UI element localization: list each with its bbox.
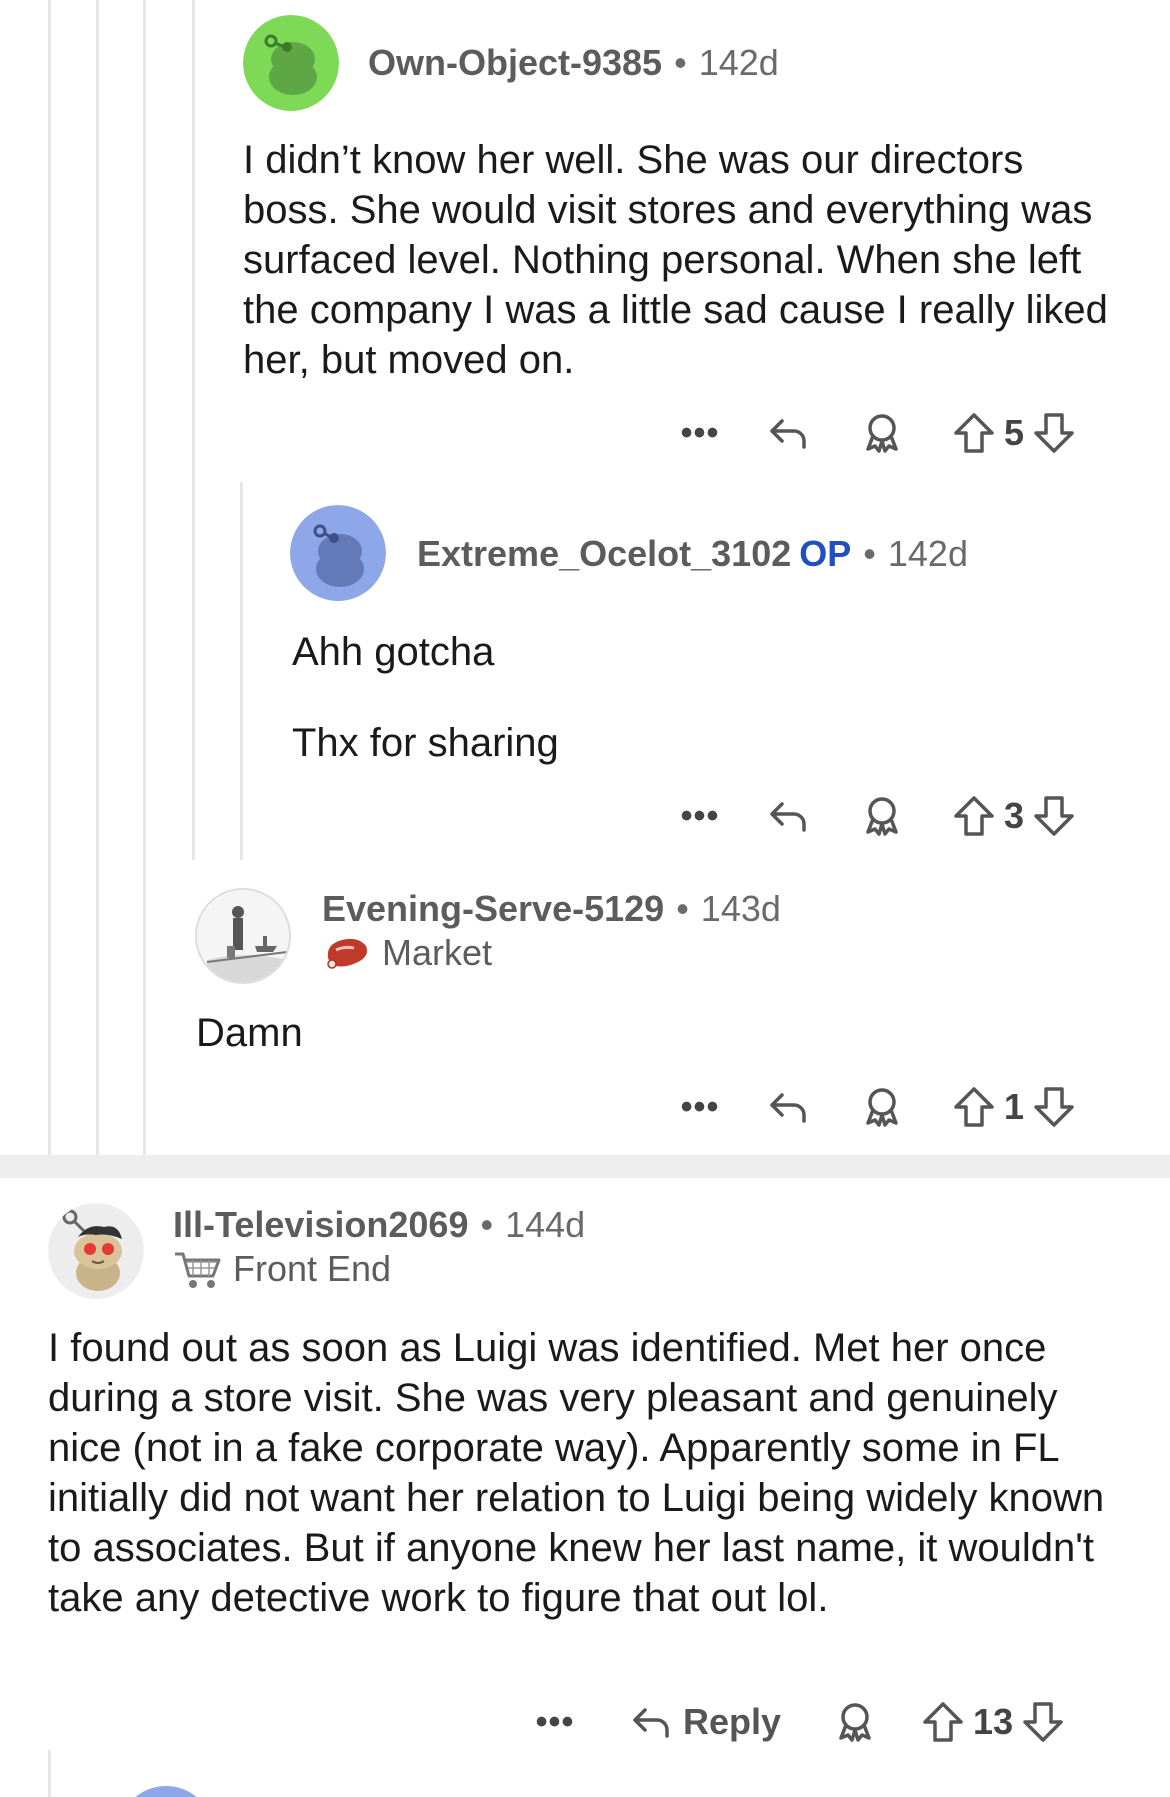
comment-age: 144d	[505, 1204, 586, 1245]
more-options-button[interactable]: •••	[670, 414, 730, 453]
separator-dot: •	[480, 1204, 494, 1245]
separator-dot: •	[676, 888, 689, 929]
op-badge: OP	[799, 533, 852, 574]
comment-body-line: Thx for sharing	[292, 721, 559, 765]
comment-actions: ••• 3	[670, 786, 1078, 846]
upvote-arrow-icon	[954, 413, 994, 453]
vote-count: 13	[973, 1701, 1014, 1742]
downvote-arrow-icon	[1034, 1087, 1074, 1127]
upvote-button[interactable]	[919, 1698, 967, 1746]
upvote-arrow-icon	[923, 1702, 963, 1742]
reply-arrow-icon	[770, 802, 806, 832]
snoo-avatar-icon	[48, 1203, 144, 1299]
illustration-avatar-icon	[197, 890, 289, 982]
downvote-arrow-icon	[1034, 413, 1074, 453]
award-button[interactable]	[858, 792, 906, 840]
upvote-button[interactable]	[950, 409, 998, 457]
comment-body: I found out as soon as Luigi was identif…	[48, 1326, 1105, 1620]
reply-arrow-icon	[633, 1708, 669, 1738]
comment-meta: Ill-Television2069 • 144d	[173, 1204, 585, 1246]
avatar[interactable]	[195, 888, 291, 984]
comment-actions: ••• 1	[670, 1077, 1078, 1137]
separator-dot: •	[863, 533, 876, 574]
upvote-arrow-icon	[954, 1087, 994, 1127]
comment-age: 142d	[698, 42, 779, 83]
comment-age: 143d	[700, 888, 781, 929]
next-comment-avatar-peek	[118, 1786, 214, 1797]
username[interactable]: Extreme_Ocelot_3102	[417, 533, 791, 574]
reply-button[interactable]: Reply	[627, 1698, 781, 1746]
reply-button[interactable]	[764, 792, 812, 840]
comment-body: Damn	[196, 1011, 303, 1055]
upvote-arrow-icon	[954, 796, 994, 836]
downvote-button[interactable]	[1019, 1698, 1067, 1746]
comment-body-line: Ahh gotcha	[292, 630, 495, 674]
thread-line-5[interactable]	[240, 482, 243, 860]
vote-count: 1	[1004, 1086, 1025, 1127]
username[interactable]: Ill-Television2069	[173, 1204, 468, 1245]
reply-button[interactable]	[764, 409, 812, 457]
vote-count: 3	[1004, 795, 1025, 836]
downvote-button[interactable]	[1030, 792, 1078, 840]
comment-meta: Extreme_Ocelot_3102 OP • 142d	[417, 533, 968, 575]
comment-actions: ••• Reply 13	[525, 1692, 1067, 1752]
reply-arrow-icon	[770, 1093, 806, 1123]
award-button[interactable]	[858, 1083, 906, 1131]
award-button[interactable]	[831, 1698, 879, 1746]
flair-label: Market	[382, 932, 493, 973]
downvote-arrow-icon	[1034, 796, 1074, 836]
user-flair: Market	[322, 932, 492, 974]
reply-arrow-icon	[770, 419, 806, 449]
award-icon	[866, 414, 898, 453]
comment-actions: ••• 5	[670, 403, 1078, 463]
upvote-button[interactable]	[950, 1083, 998, 1131]
award-icon	[866, 797, 898, 836]
comment-age: 142d	[887, 533, 968, 574]
avatar[interactable]	[48, 1203, 144, 1299]
thread-line-2[interactable]	[96, 0, 99, 1155]
more-options-button[interactable]: •••	[670, 1088, 730, 1127]
downvote-button[interactable]	[1030, 1083, 1078, 1131]
separator-dot: •	[674, 42, 687, 83]
thread-line-3[interactable]	[143, 0, 146, 1155]
comment-body: I didn’t know her well. She was our dire…	[243, 138, 1108, 382]
thread-line-4[interactable]	[192, 0, 195, 860]
downvote-arrow-icon	[1023, 1702, 1063, 1742]
shopping-cart-icon	[175, 1252, 221, 1288]
username[interactable]: Own-Object-9385	[368, 42, 662, 83]
meat-icon	[327, 938, 367, 969]
award-button[interactable]	[858, 409, 906, 457]
thread-line-6[interactable]	[48, 1750, 51, 1797]
comment-meta: Evening-Serve-5129 • 143d	[322, 888, 781, 930]
reply-button[interactable]	[764, 1083, 812, 1131]
flair-label: Front End	[233, 1248, 392, 1289]
upvote-button[interactable]	[950, 792, 998, 840]
snoo-avatar-icon	[243, 15, 339, 111]
avatar[interactable]	[290, 505, 386, 601]
more-options-button[interactable]: •••	[525, 1703, 585, 1742]
more-options-button[interactable]: •••	[670, 797, 730, 836]
downvote-button[interactable]	[1030, 409, 1078, 457]
user-flair: Front End	[173, 1248, 391, 1290]
vote-count: 5	[1004, 412, 1025, 453]
snoo-avatar-icon	[290, 505, 386, 601]
award-icon	[866, 1088, 898, 1127]
thread-line-1[interactable]	[48, 0, 51, 1155]
username[interactable]: Evening-Serve-5129	[322, 888, 664, 929]
award-icon	[839, 1703, 871, 1742]
comment-meta: Own-Object-9385 • 142d	[368, 42, 779, 84]
reply-label: Reply	[683, 1701, 782, 1742]
comment-divider	[0, 1155, 1170, 1178]
avatar[interactable]	[243, 15, 339, 111]
